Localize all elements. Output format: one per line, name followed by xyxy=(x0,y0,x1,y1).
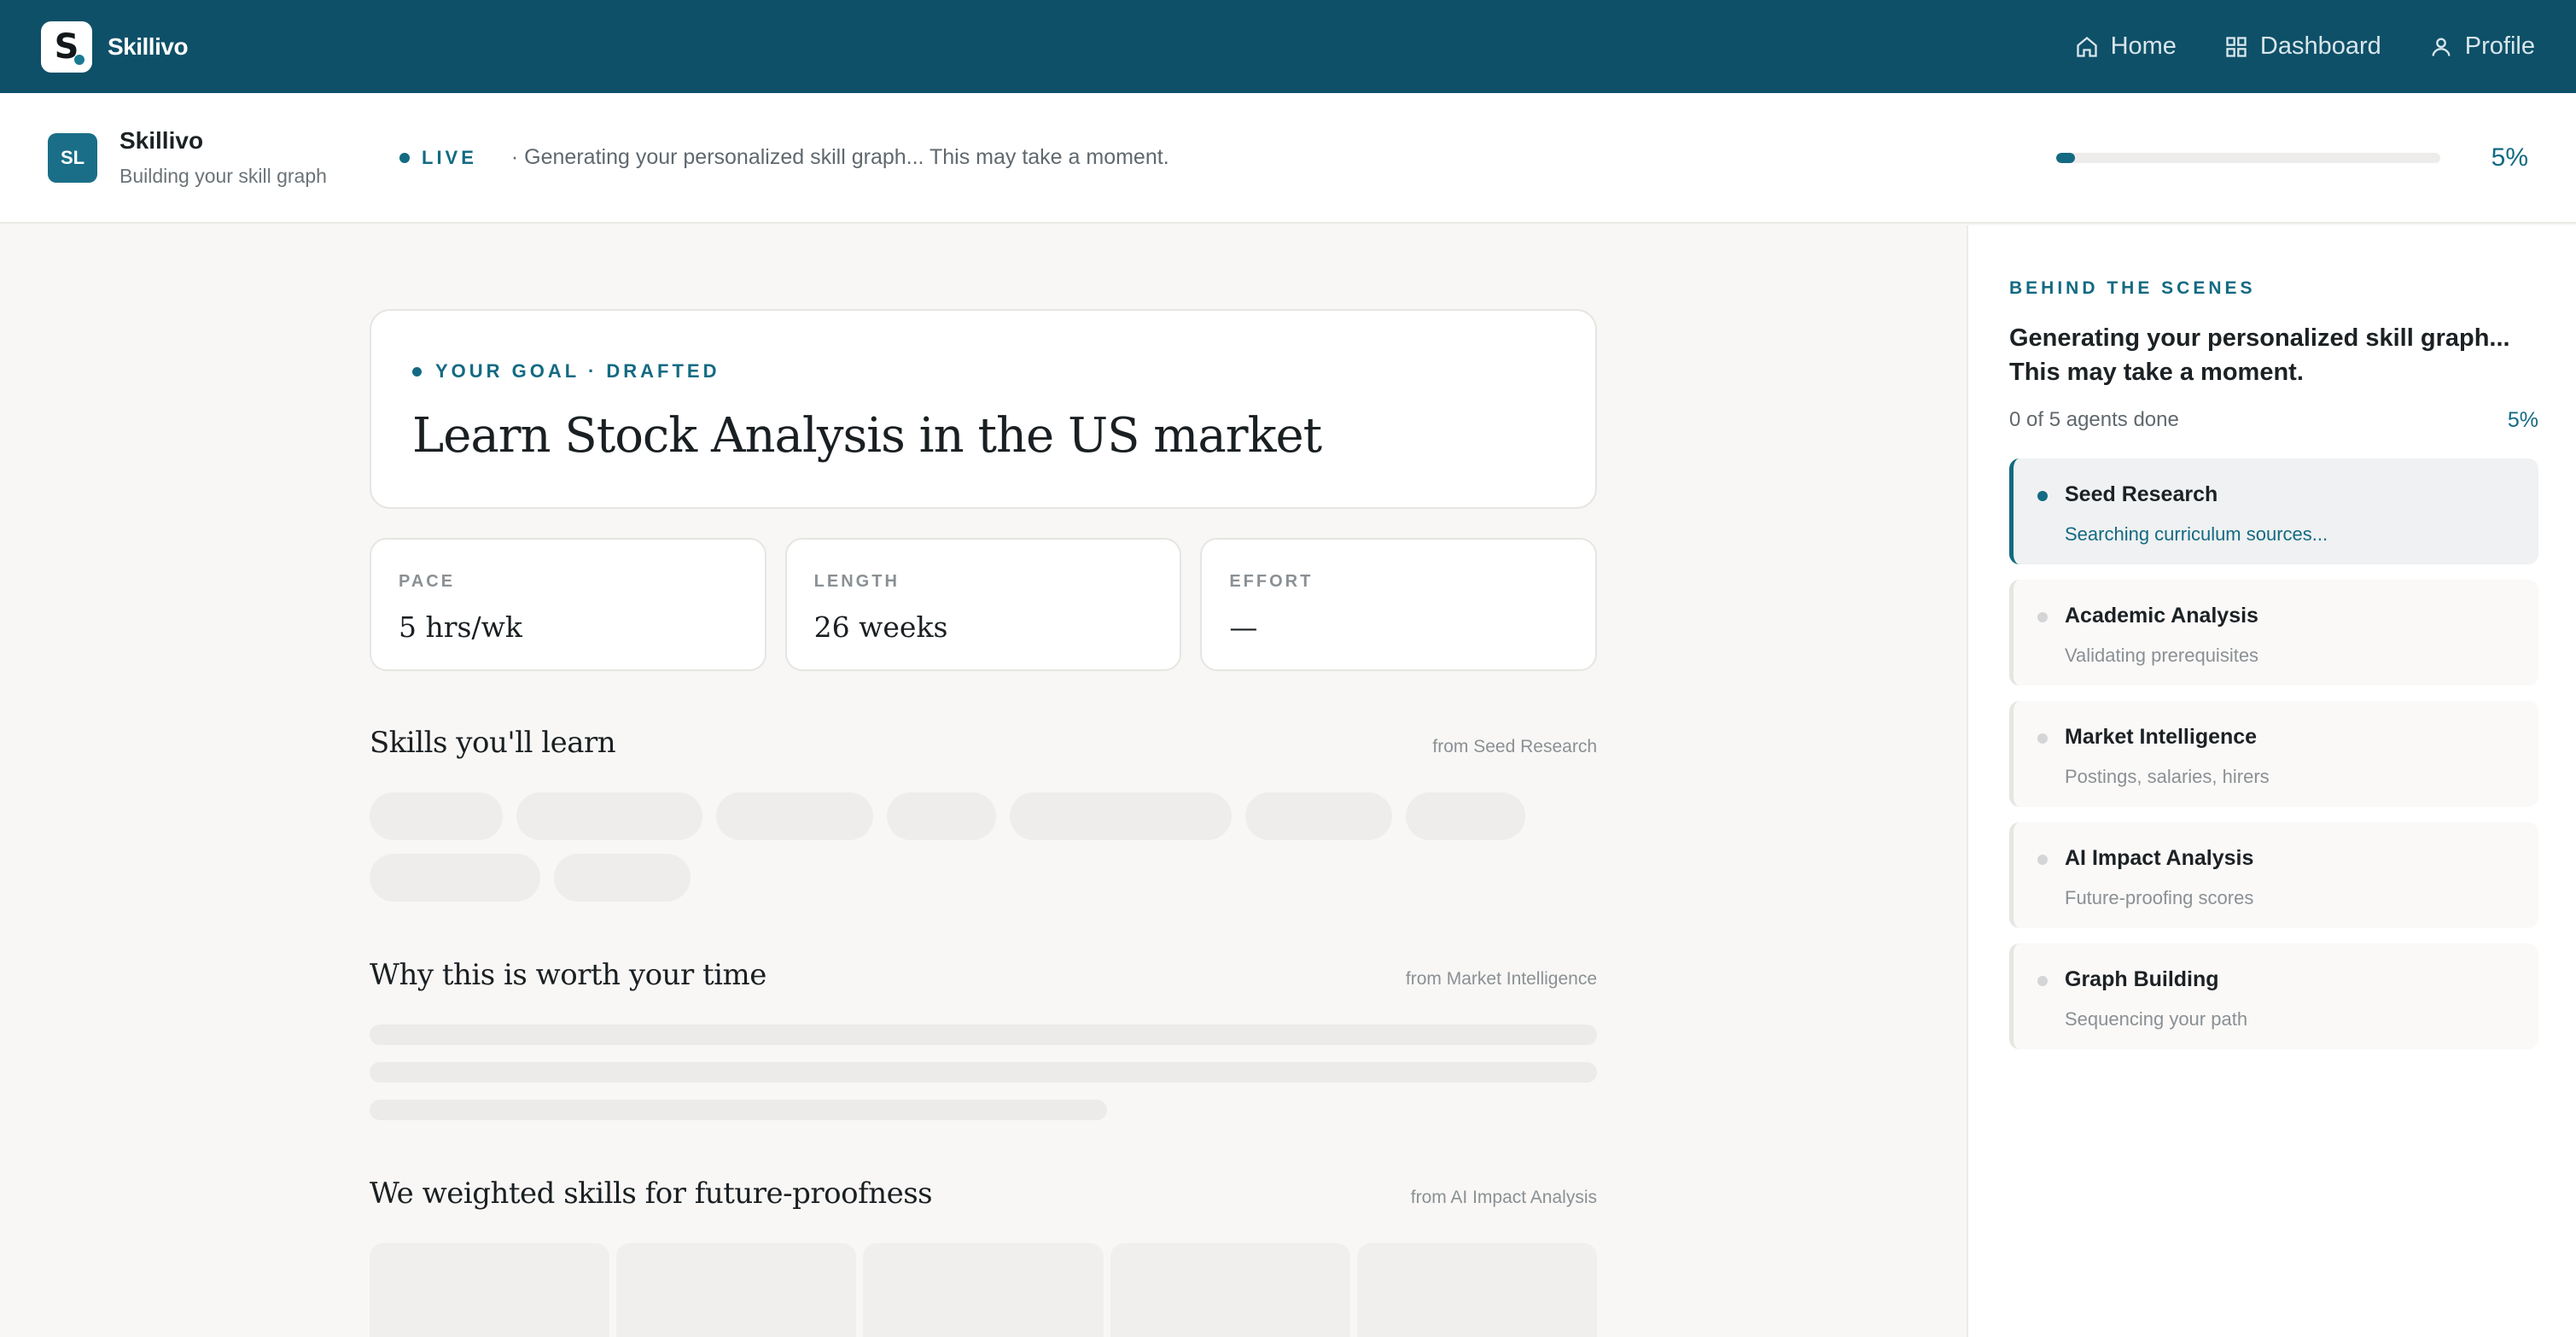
agent-name: Seed Research xyxy=(2065,482,2218,506)
panel-meta: 0 of 5 agents done 5% xyxy=(2009,408,2538,433)
agent-status: Sequencing your path xyxy=(2065,1008,2248,1030)
skill-pill-skeleton xyxy=(1010,792,1232,840)
nav-profile-label: Profile xyxy=(2464,32,2535,60)
text-skeleton-line xyxy=(370,1062,1597,1083)
status-titles: Skillivo Building your skill graph xyxy=(119,127,350,188)
agent-seed-research[interactable]: Seed Research Searching curriculum sourc… xyxy=(2009,458,2538,564)
tile-skeleton xyxy=(616,1243,857,1337)
panel-eyebrow: BEHIND THE SCENES xyxy=(2009,278,2256,298)
agent-name: Graph Building xyxy=(2065,967,2219,991)
main-content: YOUR GOAL · DRAFTED Learn Stock Analysis… xyxy=(0,225,1967,1337)
text-skeleton-line xyxy=(370,1025,1597,1045)
progress-percent: 5% xyxy=(2491,143,2528,172)
status-dot-icon xyxy=(2037,612,2048,622)
agent-list: Seed Research Searching curriculum sourc… xyxy=(2009,458,2538,1049)
main-nav: Home Dashboard Profile xyxy=(2075,32,2535,61)
stat-length-label: LENGTH xyxy=(813,572,900,591)
text-skeleton-line xyxy=(370,1100,1107,1120)
skill-pill-skeleton xyxy=(887,792,996,840)
tile-skeleton xyxy=(1356,1243,1598,1337)
worth-section-source: from Market Intelligence xyxy=(1405,969,1597,989)
agent-name: Market Intelligence xyxy=(2065,725,2258,749)
nav-dashboard-label: Dashboard xyxy=(2259,32,2381,60)
goal-eyebrow-label: YOUR GOAL · DRAFTED xyxy=(435,360,720,382)
goal-title: Learn Stock Analysis in the US market xyxy=(412,408,1322,464)
top-nav: S Skillivo Home Dashboard Profile xyxy=(0,0,2576,93)
tile-skeleton xyxy=(863,1243,1104,1337)
progress-track xyxy=(2055,152,2440,163)
weighted-section-title: We weighted skills for future-proofness xyxy=(370,1176,933,1211)
stat-effort: EFFORT — xyxy=(1200,538,1598,671)
skills-section-header: Skills you'll learn from Seed Research xyxy=(370,726,1597,760)
brand[interactable]: S Skillivo xyxy=(41,20,189,73)
avatar: SL xyxy=(48,132,97,183)
live-label: LIVE xyxy=(422,146,477,168)
nav-home-label: Home xyxy=(2110,32,2177,60)
panel-percent: 5% xyxy=(2507,408,2538,432)
skills-section-source: from Seed Research xyxy=(1432,737,1597,756)
agent-ai-impact-analysis[interactable]: AI Impact Analysis Future-proofing score… xyxy=(2009,822,2538,928)
tile-skeleton xyxy=(1110,1243,1350,1337)
dashboard-icon xyxy=(2226,36,2247,57)
agent-status: Validating prerequisites xyxy=(2065,645,2259,666)
goal-dot-icon xyxy=(412,366,422,377)
skill-pill-skeleton xyxy=(716,792,873,840)
skill-pill-skeleton xyxy=(554,854,691,902)
live-badge: LIVE xyxy=(399,147,477,169)
weighted-section-header: We weighted skills for future-proofness … xyxy=(370,1176,1597,1211)
status-dot-icon xyxy=(2037,733,2048,744)
progress: 5% xyxy=(2055,143,2528,172)
agent-name: AI Impact Analysis xyxy=(2065,846,2254,870)
status-title: Skillivo xyxy=(119,127,204,154)
nav-profile-link[interactable]: Profile xyxy=(2429,32,2535,61)
status-dot-icon xyxy=(2037,491,2048,501)
agent-academic-analysis[interactable]: Academic Analysis Validating prerequisit… xyxy=(2009,580,2538,686)
stat-pace-value: 5 hrs/wk xyxy=(399,610,522,644)
goal-eyebrow: YOUR GOAL · DRAFTED xyxy=(412,360,1554,382)
panel-title: Generating your personalized skill graph… xyxy=(2009,324,2510,386)
weighted-section-source: from AI Impact Analysis xyxy=(1410,1188,1597,1207)
status-message: · Generating your personalized skill gra… xyxy=(510,145,1169,169)
agent-status: Postings, salaries, hirers xyxy=(2065,766,2270,787)
status-dot-icon xyxy=(2037,855,2048,865)
agent-name: Academic Analysis xyxy=(2065,604,2258,628)
skill-pill-skeleton xyxy=(370,854,540,902)
worth-section-title: Why this is worth your time xyxy=(370,958,766,992)
stat-effort-label: EFFORT xyxy=(1229,572,1314,591)
live-dot-icon xyxy=(399,152,410,163)
status-subtitle: Building your skill graph xyxy=(119,165,327,187)
status-bar: SL Skillivo Building your skill graph LI… xyxy=(0,93,2576,224)
home-icon xyxy=(2076,36,2097,57)
brand-name: Skillivo xyxy=(108,32,189,60)
stat-pace: PACE 5 hrs/wk xyxy=(370,538,766,671)
stat-effort-value: — xyxy=(1229,610,1258,644)
goal-card: YOUR GOAL · DRAFTED Learn Stock Analysis… xyxy=(370,309,1597,509)
skill-pill-skeleton xyxy=(516,792,702,840)
skill-pill-skeleton xyxy=(1406,792,1525,840)
tile-skeleton xyxy=(370,1243,610,1337)
stats-row: PACE 5 hrs/wk LENGTH 26 weeks EFFORT — xyxy=(370,538,1598,671)
agent-status: Future-proofing scores xyxy=(2065,887,2254,908)
skill-pill-skeleton xyxy=(370,792,503,840)
nav-dashboard-link[interactable]: Dashboard xyxy=(2224,32,2381,61)
stat-length: LENGTH 26 weeks xyxy=(784,538,1182,671)
behind-the-scenes-panel: BEHIND THE SCENES Generating your person… xyxy=(1967,225,2576,1337)
agents-done-count: 0 of 5 agents done xyxy=(2009,408,2179,431)
agent-status: Searching curriculum sources... xyxy=(2065,523,2328,545)
brand-logo: S xyxy=(41,20,92,73)
agent-market-intelligence[interactable]: Market Intelligence Postings, salaries, … xyxy=(2009,701,2538,807)
progress-fill xyxy=(2055,152,2076,163)
worth-section-header: Why this is worth your time from Market … xyxy=(370,958,1597,992)
agent-graph-building[interactable]: Graph Building Sequencing your path xyxy=(2009,943,2538,1049)
stat-length-value: 26 weeks xyxy=(813,610,948,644)
user-icon xyxy=(2432,38,2451,56)
status-dot-icon xyxy=(2037,976,2048,986)
stat-pace-label: PACE xyxy=(399,572,456,591)
weighted-tiles-placeholder xyxy=(370,1243,1598,1337)
nav-home-link[interactable]: Home xyxy=(2075,32,2177,61)
skills-section-title: Skills you'll learn xyxy=(370,726,616,760)
brand-logo-dot xyxy=(74,54,85,65)
skill-pill-skeleton xyxy=(1245,792,1392,840)
